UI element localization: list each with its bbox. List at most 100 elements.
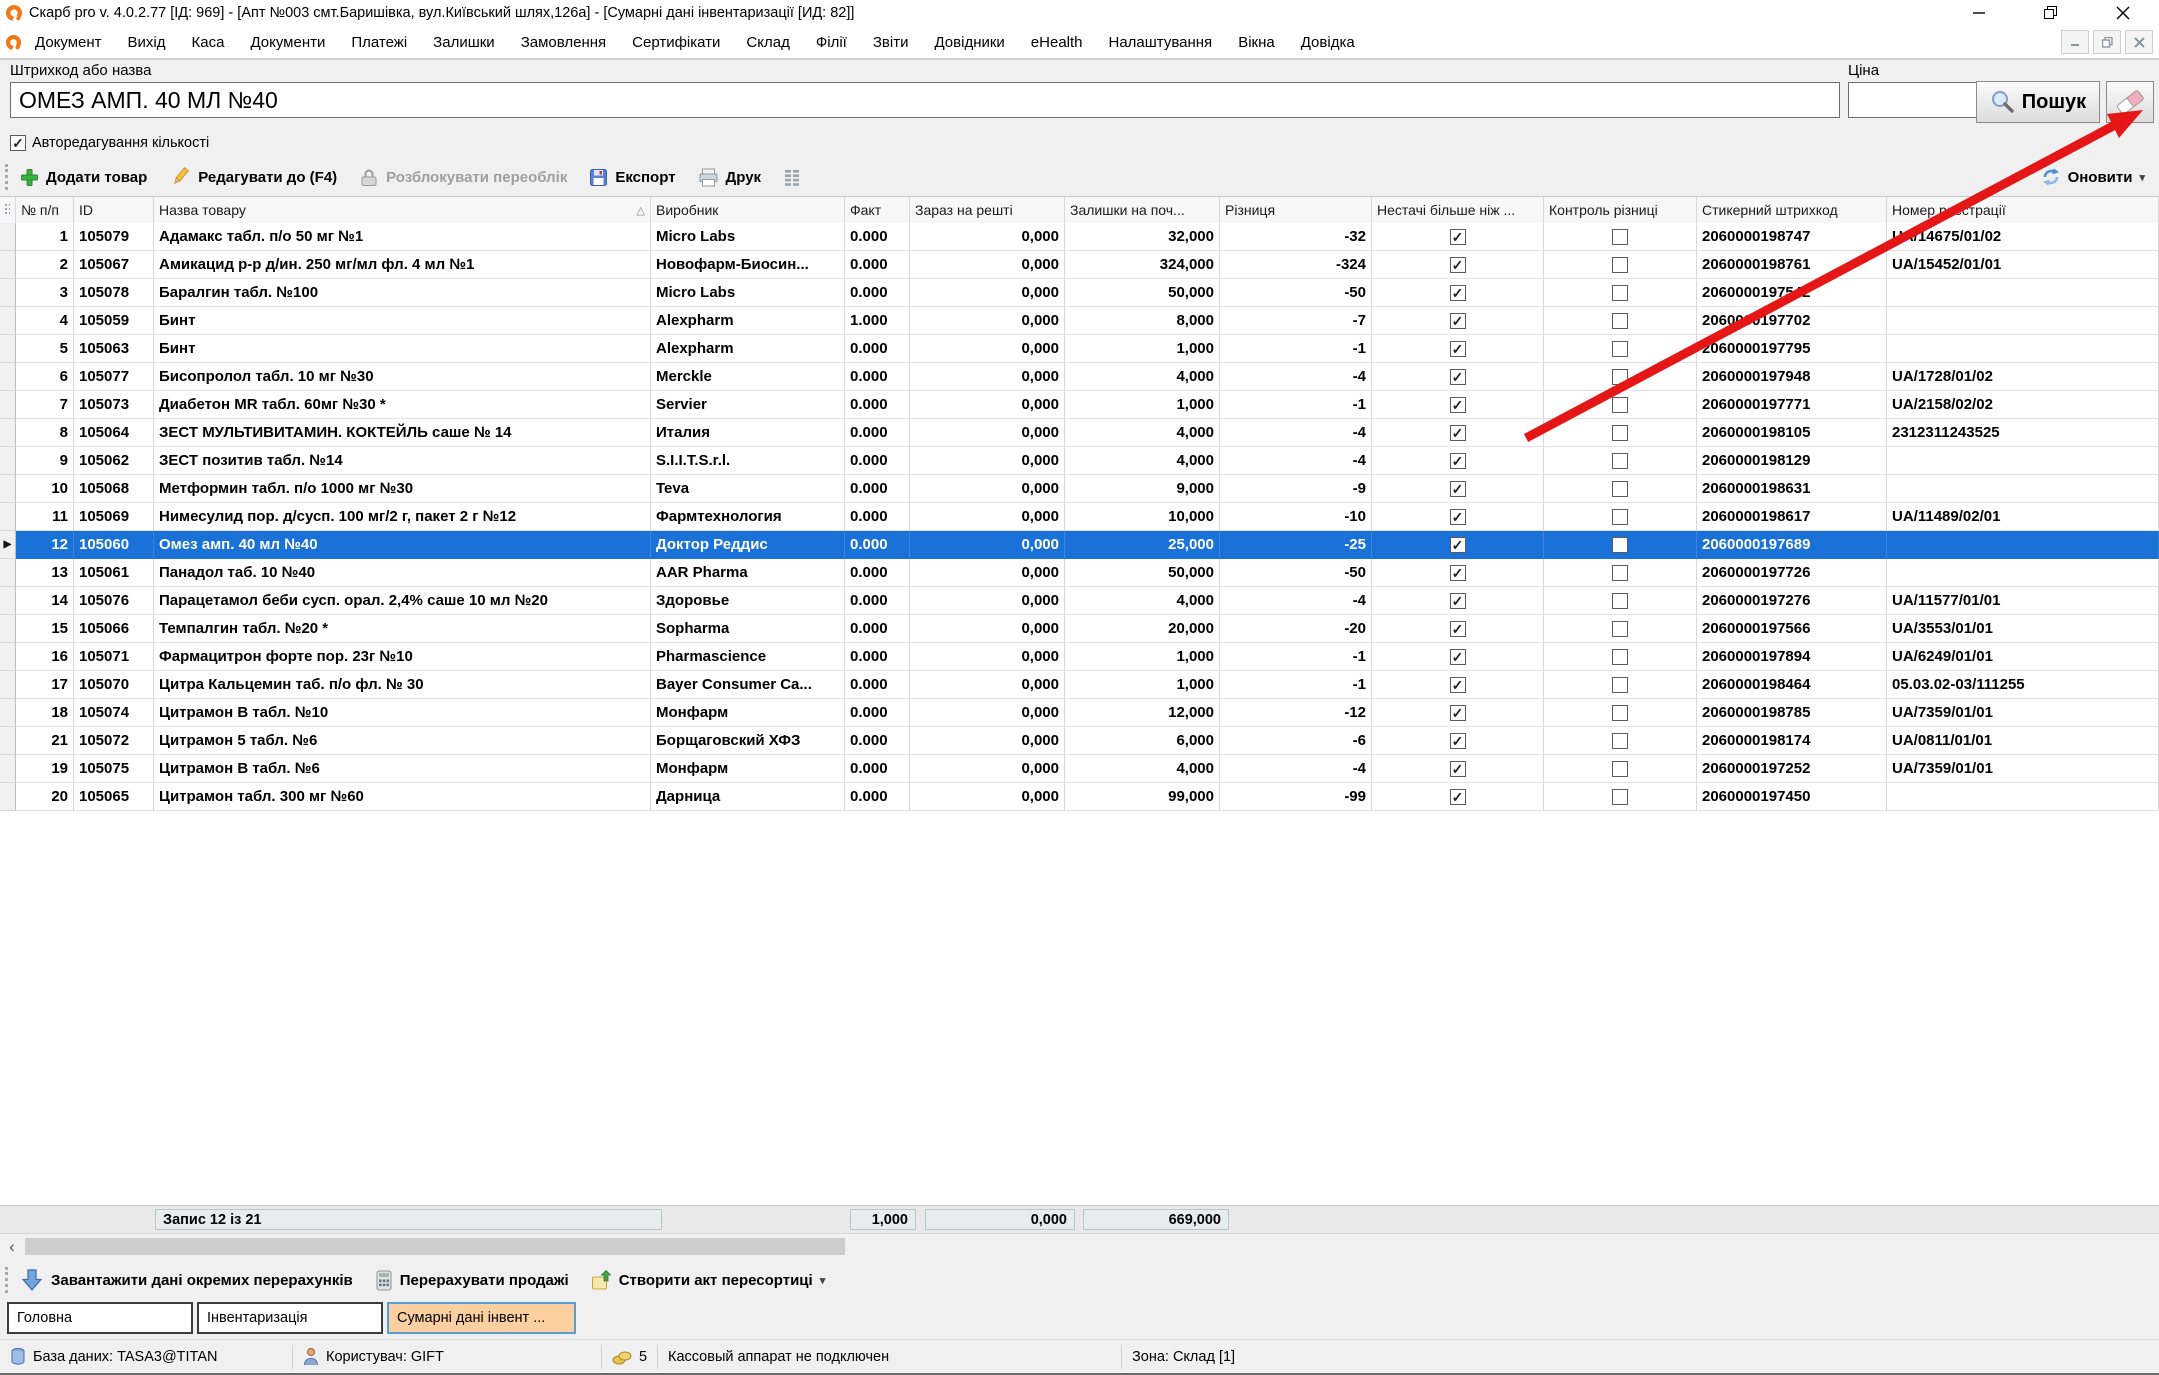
- shortage-checkbox[interactable]: [1450, 593, 1466, 609]
- search-button[interactable]: Пошук: [1976, 81, 2100, 123]
- shortage-checkbox[interactable]: [1450, 257, 1466, 273]
- column-header-reg[interactable]: Номер реєстрації: [1887, 197, 2159, 223]
- shortage-checkbox[interactable]: [1450, 285, 1466, 301]
- control-checkbox[interactable]: [1612, 509, 1628, 525]
- row-indicator-gutter[interactable]: [0, 475, 16, 503]
- control-checkbox[interactable]: [1612, 761, 1628, 777]
- row-indicator-gutter[interactable]: [0, 223, 16, 251]
- row-indicator-gutter[interactable]: [0, 363, 16, 391]
- table-row[interactable]: 13105061Панадол таб. 10 №40AAR Pharma0.0…: [0, 559, 2159, 587]
- shortage-checkbox[interactable]: [1450, 677, 1466, 693]
- row-indicator-gutter[interactable]: [0, 587, 16, 615]
- shortage-checkbox[interactable]: [1450, 705, 1466, 721]
- shortage-checkbox[interactable]: [1450, 789, 1466, 805]
- table-row[interactable]: 10105068Метформин табл. п/о 1000 мг №30T…: [0, 475, 2159, 503]
- autoedit-checkbox[interactable]: [10, 135, 26, 151]
- clear-button[interactable]: [2106, 81, 2154, 123]
- control-checkbox[interactable]: [1612, 257, 1628, 273]
- row-indicator-gutter[interactable]: [0, 391, 16, 419]
- menu-item-вихід[interactable]: Вихід: [115, 34, 179, 51]
- column-header-name[interactable]: Назва товару△: [154, 197, 651, 223]
- control-checkbox[interactable]: [1612, 621, 1628, 637]
- row-indicator-gutter[interactable]: [0, 643, 16, 671]
- shortage-checkbox[interactable]: [1450, 481, 1466, 497]
- shortage-checkbox[interactable]: [1450, 649, 1466, 665]
- table-row[interactable]: ▶12105060Омез амп. 40 мл №40Доктор Редди…: [0, 531, 2159, 559]
- control-checkbox[interactable]: [1612, 285, 1628, 301]
- scroll-left-arrow-icon[interactable]: ‹: [2, 1237, 22, 1256]
- table-row[interactable]: 20105065Цитрамон табл. 300 мг №60Дарница…: [0, 783, 2159, 811]
- table-row[interactable]: 8105064ЗЕСТ МУЛЬТИВИТАМИН. КОКТЕЙЛЬ саше…: [0, 419, 2159, 447]
- shortage-checkbox[interactable]: [1450, 229, 1466, 245]
- window-close-button[interactable]: [2087, 0, 2159, 26]
- menu-item-каса[interactable]: Каса: [179, 34, 238, 51]
- control-checkbox[interactable]: [1612, 425, 1628, 441]
- tab-main[interactable]: Головна: [7, 1302, 193, 1334]
- column-header-n[interactable]: № п/п: [16, 197, 74, 223]
- control-checkbox[interactable]: [1612, 705, 1628, 721]
- column-header-fact[interactable]: Факт: [845, 197, 910, 223]
- unlock-recount-button[interactable]: Розблокувати переоблік: [359, 168, 567, 187]
- price-input[interactable]: [1848, 82, 1978, 118]
- control-checkbox[interactable]: [1612, 537, 1628, 553]
- row-indicator-gutter[interactable]: [0, 727, 16, 755]
- table-row[interactable]: 11105069Нимесулид пор. д/сусп. 100 мг/2 …: [0, 503, 2159, 531]
- row-indicator-gutter[interactable]: [0, 503, 16, 531]
- menu-item-ehealth[interactable]: eHealth: [1018, 34, 1096, 51]
- table-row[interactable]: 19105075Цитрамон В табл. №6Монфарм0.0000…: [0, 755, 2159, 783]
- table-row[interactable]: 4105059БинтAlexpharm1.0000,0008,000-7206…: [0, 307, 2159, 335]
- column-header-id[interactable]: ID: [74, 197, 154, 223]
- control-checkbox[interactable]: [1612, 341, 1628, 357]
- menu-item-сертифікати[interactable]: Сертифікати: [619, 34, 733, 51]
- table-row[interactable]: 1105079Адамакс табл. п/о 50 мг №1Micro L…: [0, 223, 2159, 251]
- menu-item-склад[interactable]: Склад: [733, 34, 802, 51]
- refresh-button[interactable]: Оновити ▾: [2041, 167, 2145, 187]
- refresh-dropdown-caret[interactable]: ▾: [2139, 171, 2145, 184]
- table-row[interactable]: 14105076Парацетамол беби сусп. орал. 2,4…: [0, 587, 2159, 615]
- row-indicator-gutter[interactable]: [0, 699, 16, 727]
- control-checkbox[interactable]: [1612, 733, 1628, 749]
- table-row[interactable]: 15105066Темпалгин табл. №20 *Sopharma0.0…: [0, 615, 2159, 643]
- shortage-checkbox[interactable]: [1450, 425, 1466, 441]
- window-restore-button[interactable]: [2015, 0, 2087, 26]
- table-row[interactable]: 9105062ЗЕСТ позитив табл. №14S.I.I.T.S.r…: [0, 447, 2159, 475]
- table-row[interactable]: 17105070Цитра Кальцемин таб. п/о фл. № 3…: [0, 671, 2159, 699]
- control-checkbox[interactable]: [1612, 313, 1628, 329]
- create-act-button[interactable]: Створити акт пересортиці ▾: [591, 1270, 826, 1291]
- column-header-sticker[interactable]: Стикерний штрихкод: [1697, 197, 1887, 223]
- column-header-control[interactable]: Контроль різниці: [1544, 197, 1697, 223]
- tab-summary-inventory[interactable]: Сумарні дані інвент ...: [387, 1302, 576, 1334]
- menu-item-вікна[interactable]: Вікна: [1225, 34, 1288, 51]
- menu-item-звіти[interactable]: Звіти: [860, 34, 922, 51]
- menu-item-філії[interactable]: Філії: [803, 34, 860, 51]
- toolbar-grip[interactable]: [5, 164, 12, 190]
- control-checkbox[interactable]: [1612, 397, 1628, 413]
- row-indicator-gutter[interactable]: [0, 447, 16, 475]
- shortage-checkbox[interactable]: [1450, 397, 1466, 413]
- load-recounts-button[interactable]: Завантажити дані окремих перерахунків: [20, 1268, 353, 1292]
- row-indicator-gutter[interactable]: [0, 279, 16, 307]
- menu-item-платежі[interactable]: Платежі: [338, 34, 420, 51]
- mdi-minimize-button[interactable]: [2061, 30, 2089, 54]
- window-minimize-button[interactable]: [1943, 0, 2015, 26]
- control-checkbox[interactable]: [1612, 229, 1628, 245]
- add-item-button[interactable]: Додати товар: [20, 168, 147, 187]
- columns-icon[interactable]: [783, 168, 801, 186]
- control-checkbox[interactable]: [1612, 677, 1628, 693]
- shortage-checkbox[interactable]: [1450, 537, 1466, 553]
- shortage-checkbox[interactable]: [1450, 761, 1466, 777]
- shortage-checkbox[interactable]: [1450, 565, 1466, 581]
- column-header-now[interactable]: Зараз на решті: [910, 197, 1065, 223]
- table-row[interactable]: 21105072Цитрамон 5 табл. №6Борщаговский …: [0, 727, 2159, 755]
- row-indicator-gutter[interactable]: [0, 755, 16, 783]
- control-checkbox[interactable]: [1612, 453, 1628, 469]
- create-act-dropdown-caret[interactable]: ▾: [820, 1274, 826, 1287]
- scrollbar-thumb[interactable]: [25, 1238, 845, 1255]
- column-header-initial[interactable]: Залишки на поч...: [1065, 197, 1220, 223]
- table-row[interactable]: 5105063БинтAlexpharm0.0000,0001,000-1206…: [0, 335, 2159, 363]
- mdi-close-button[interactable]: [2125, 30, 2153, 54]
- row-indicator-gutter[interactable]: [0, 307, 16, 335]
- table-row[interactable]: 3105078Баралгин табл. №100Micro Labs0.00…: [0, 279, 2159, 307]
- menu-item-замовлення[interactable]: Замовлення: [508, 34, 619, 51]
- row-indicator-gutter[interactable]: [0, 671, 16, 699]
